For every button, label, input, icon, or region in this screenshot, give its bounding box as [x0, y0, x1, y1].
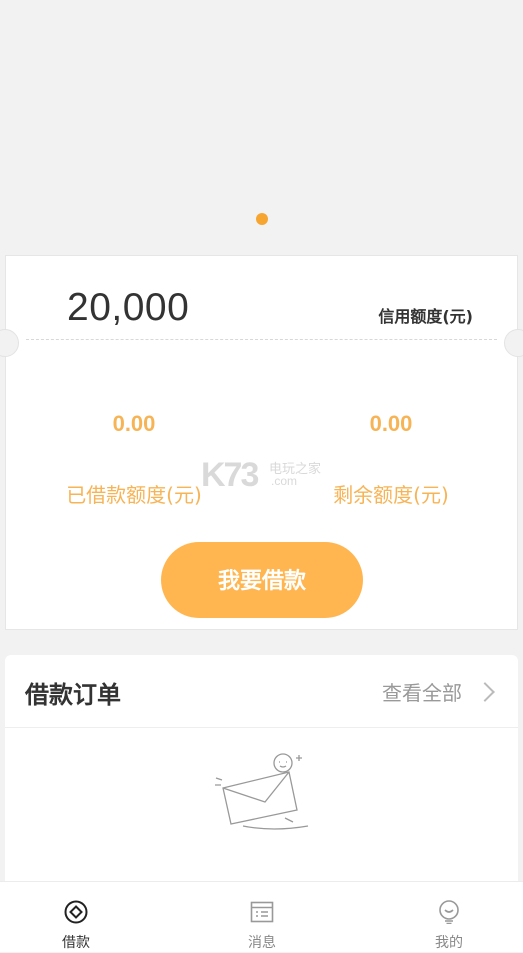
empty-envelope-icon	[215, 753, 309, 830]
tab-messages-label: 消息	[248, 935, 276, 951]
borrow-button[interactable]: 我要借款	[161, 542, 363, 618]
lightbulb-icon	[439, 900, 459, 924]
watermark-domain: .com	[271, 474, 298, 488]
credit-label: 信用额度(元)	[378, 307, 473, 326]
chevron-right-icon	[475, 681, 495, 702]
borrowed-value: 0.00	[112, 411, 156, 436]
banner-carousel[interactable]	[0, 0, 523, 255]
message-list-icon	[250, 901, 274, 923]
view-all-label: 查看全部	[382, 681, 462, 705]
remaining-label: 剩余额度(元)	[333, 483, 449, 507]
diamond-circle-icon	[64, 900, 88, 924]
dashed-divider	[26, 339, 497, 340]
bottom-tab-bar: 借款 消息 我的	[0, 881, 523, 952]
card-notch-left	[0, 329, 19, 357]
remaining-value: 0.00	[369, 411, 413, 436]
view-all-link[interactable]: 查看全部	[382, 677, 495, 706]
tab-messages[interactable]: 消息	[212, 882, 312, 953]
credit-amount: 20,000	[67, 286, 190, 329]
tab-mine[interactable]: 我的	[399, 882, 499, 953]
watermark-text: K73	[201, 456, 259, 494]
card-notch-right	[504, 329, 523, 357]
orders-divider	[5, 727, 518, 728]
tab-mine-label: 我的	[435, 935, 463, 951]
carousel-indicator-dot[interactable]	[256, 213, 268, 225]
orders-title: 借款订单	[25, 681, 121, 709]
watermark-logo: K73 电玩之家 .com	[201, 456, 321, 495]
tab-borrow[interactable]: 借款	[26, 882, 126, 953]
credit-card: 20,000 信用额度(元) 0.00 已借款额度(元) 0.00 剩余额度(元…	[0, 255, 523, 630]
tab-borrow-label: 借款	[62, 935, 90, 951]
